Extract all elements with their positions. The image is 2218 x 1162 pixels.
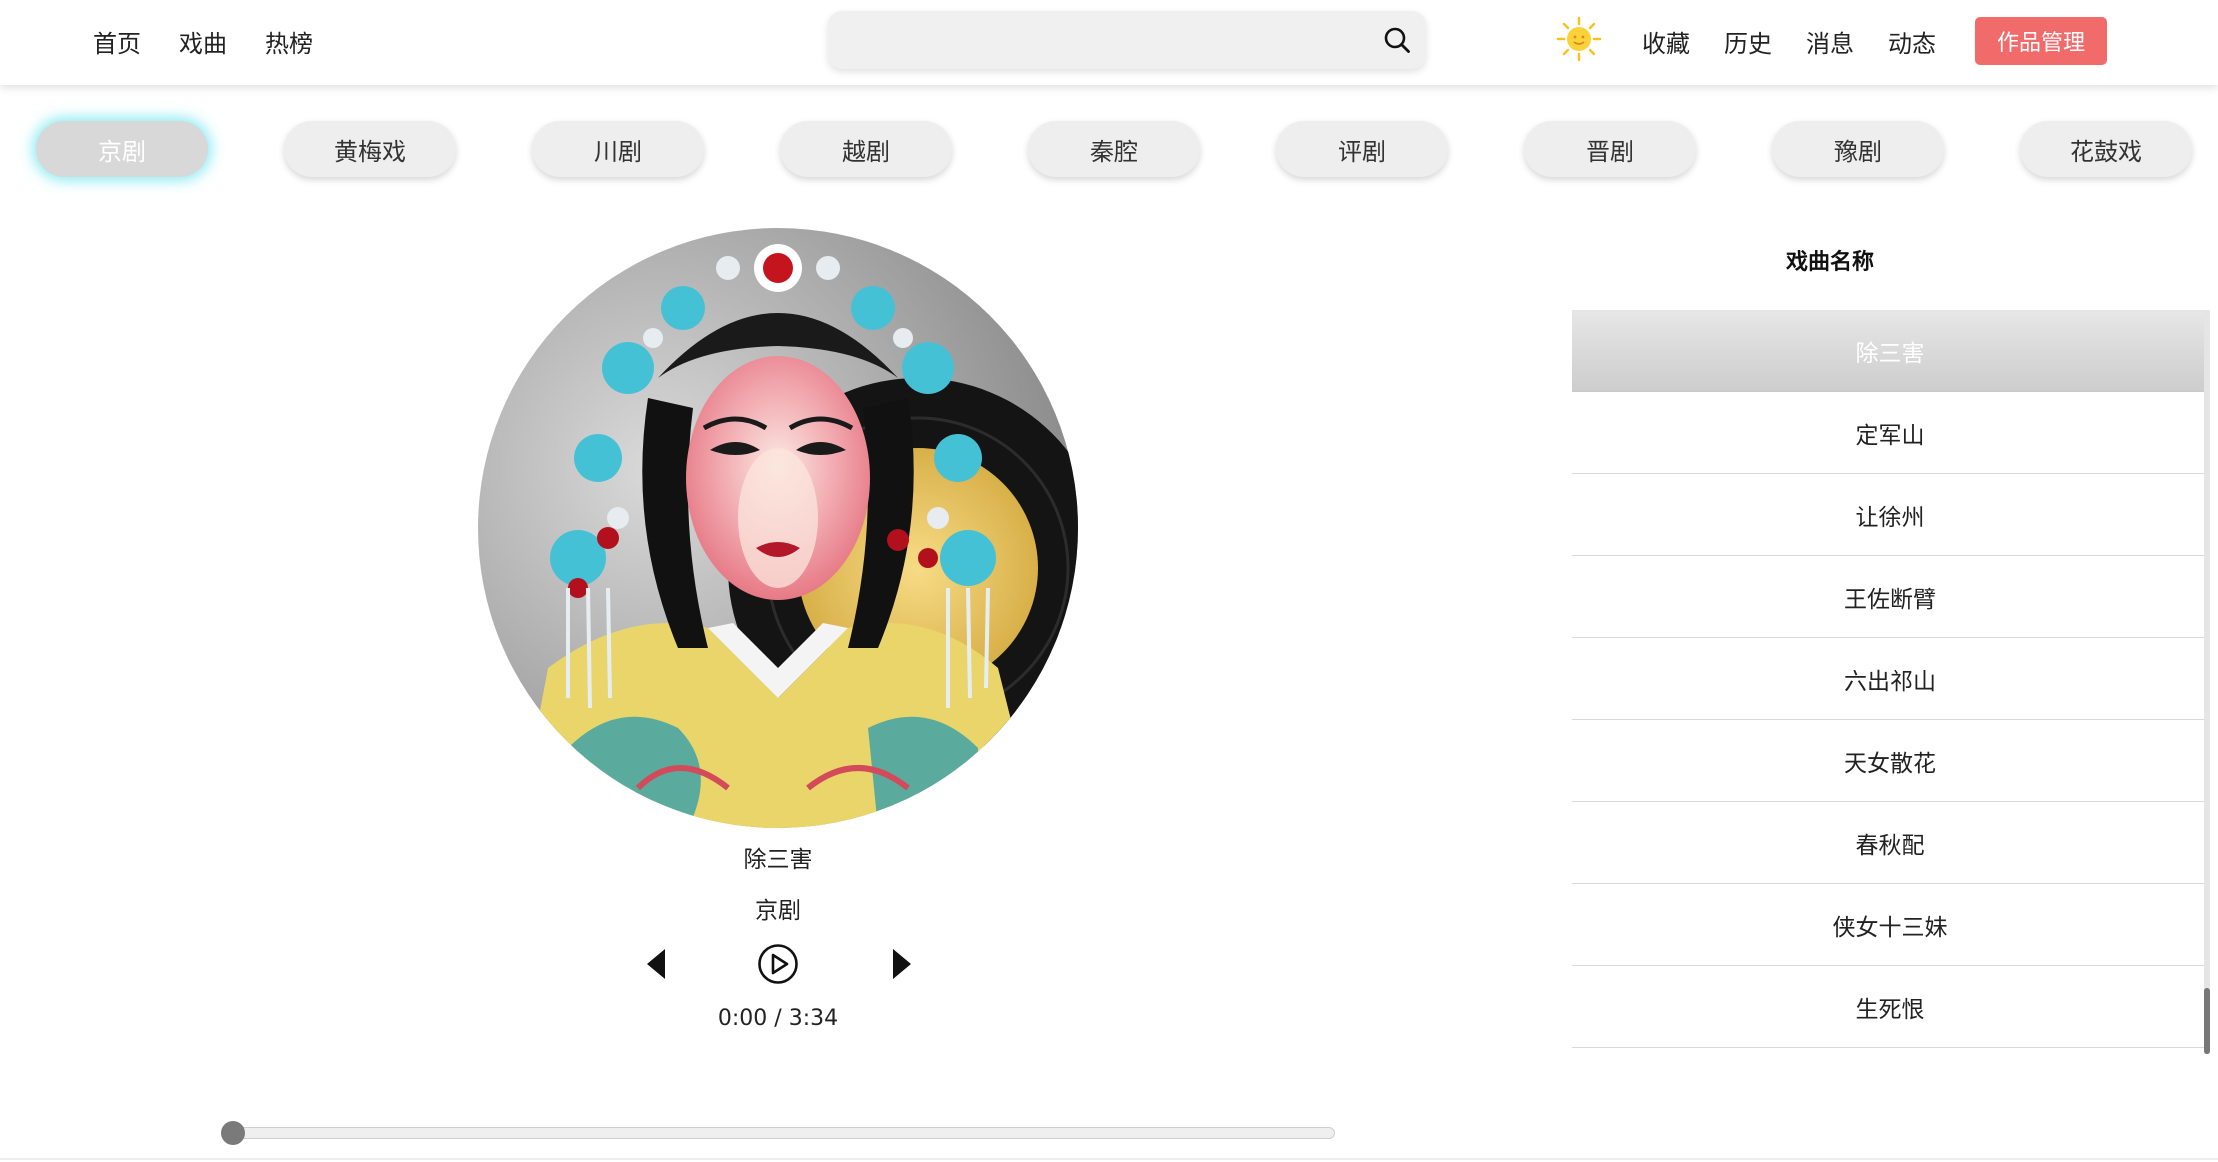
tab-label: 黄梅戏 [334, 137, 406, 166]
song-genre: 京剧 [755, 898, 801, 924]
progress-slider[interactable] [221, 1121, 1335, 1145]
tab-huangmei-opera[interactable]: 黄梅戏 [284, 121, 456, 177]
tab-label: 川剧 [594, 137, 642, 166]
tab-ping-opera[interactable]: 评剧 [1276, 121, 1448, 177]
tab-label: 秦腔 [1090, 137, 1138, 166]
playlist-item[interactable]: 生死恨 [1572, 966, 2208, 1048]
previous-track-icon[interactable] [645, 947, 669, 981]
category-tabs: 京剧 黄梅戏 川剧 越剧 秦腔 评剧 晋剧 豫剧 花鼓戏 [36, 121, 2216, 179]
play-icon[interactable] [757, 943, 799, 985]
search-input[interactable] [846, 11, 1346, 69]
tab-sichuan-opera[interactable]: 川剧 [532, 121, 704, 177]
sun-icon[interactable] [1556, 16, 1602, 62]
search-bar [828, 11, 1426, 69]
playlist-item[interactable]: 侠女十三妹 [1572, 884, 2208, 966]
playlist-item-label: 生死恨 [1855, 996, 1925, 1023]
tab-label: 评剧 [1338, 137, 1386, 166]
progress-thumb[interactable] [221, 1121, 245, 1145]
tab-jin-opera[interactable]: 晋剧 [1524, 121, 1696, 177]
playlist-item-label: 让徐州 [1855, 504, 1925, 531]
playlist-item[interactable]: 除三害 [1572, 310, 2208, 392]
tab-label: 豫剧 [1834, 137, 1882, 166]
playlist-item[interactable]: 六出祁山 [1572, 638, 2208, 720]
playlist-item[interactable]: 王佐断臂 [1572, 556, 2208, 638]
nav-home[interactable]: 首页 [93, 24, 141, 59]
playback-time: 0:00 / 3:34 [717, 1006, 839, 1031]
playlist-item[interactable]: 天女散花 [1572, 720, 2208, 802]
playlist-item-label: 天女散花 [1844, 750, 1936, 777]
playlist-item[interactable]: 让徐州 [1572, 474, 2208, 556]
main-nav: 首页 戏曲 热榜 [93, 0, 313, 82]
tab-label: 晋剧 [1586, 137, 1634, 166]
song-title: 除三害 [743, 847, 813, 873]
tab-huagu-opera[interactable]: 花鼓戏 [2020, 121, 2192, 177]
playlist-item-label: 六出祁山 [1844, 668, 1936, 695]
tab-label: 京剧 [98, 137, 146, 166]
playlist-item[interactable]: 定军山 [1572, 392, 2208, 474]
tab-yue-opera[interactable]: 越剧 [780, 121, 952, 177]
nav-hot-list[interactable]: 热榜 [265, 24, 313, 59]
tab-qinqiang[interactable]: 秦腔 [1028, 121, 1200, 177]
top-header: 首页 戏曲 热榜 收藏 历史 消息 动态 作品管理 [0, 0, 2218, 85]
playlist-item-label: 春秋配 [1855, 832, 1925, 859]
playlist-header: 戏曲名称 [1785, 250, 1874, 275]
footer-divider [0, 1158, 2218, 1160]
nav-favorites[interactable]: 收藏 [1642, 24, 1690, 59]
user-nav: 收藏 历史 消息 动态 [1642, 0, 1936, 82]
next-track-icon[interactable] [889, 947, 913, 981]
manage-works-button[interactable]: 作品管理 [1975, 17, 2107, 65]
playlist-item-label: 定军山 [1855, 422, 1925, 449]
nav-activity[interactable]: 动态 [1888, 24, 1936, 59]
nav-opera[interactable]: 戏曲 [179, 24, 227, 59]
tab-label: 花鼓戏 [2070, 137, 2142, 166]
playlist-scrollbar[interactable] [2204, 310, 2210, 1054]
tab-peking-opera[interactable]: 京剧 [36, 121, 208, 177]
tab-label: 越剧 [842, 137, 890, 166]
album-cover-disc [478, 228, 1078, 828]
playlist-item-label: 王佐断臂 [1844, 586, 1936, 613]
playlist-item-label: 侠女十三妹 [1832, 914, 1948, 941]
nav-messages[interactable]: 消息 [1806, 24, 1854, 59]
search-icon[interactable] [1382, 25, 1412, 55]
nav-history[interactable]: 历史 [1724, 24, 1772, 59]
playlist: 除三害 定军山 让徐州 王佐断臂 六出祁山 天女散花 春秋配 侠女十三妹 生死恨 [1572, 310, 2208, 1050]
playlist-item[interactable]: 春秋配 [1572, 802, 2208, 884]
tab-yu-opera[interactable]: 豫剧 [1772, 121, 1944, 177]
playlist-item-label: 除三害 [1855, 340, 1925, 367]
playlist-scrollbar-thumb[interactable] [2204, 988, 2210, 1054]
